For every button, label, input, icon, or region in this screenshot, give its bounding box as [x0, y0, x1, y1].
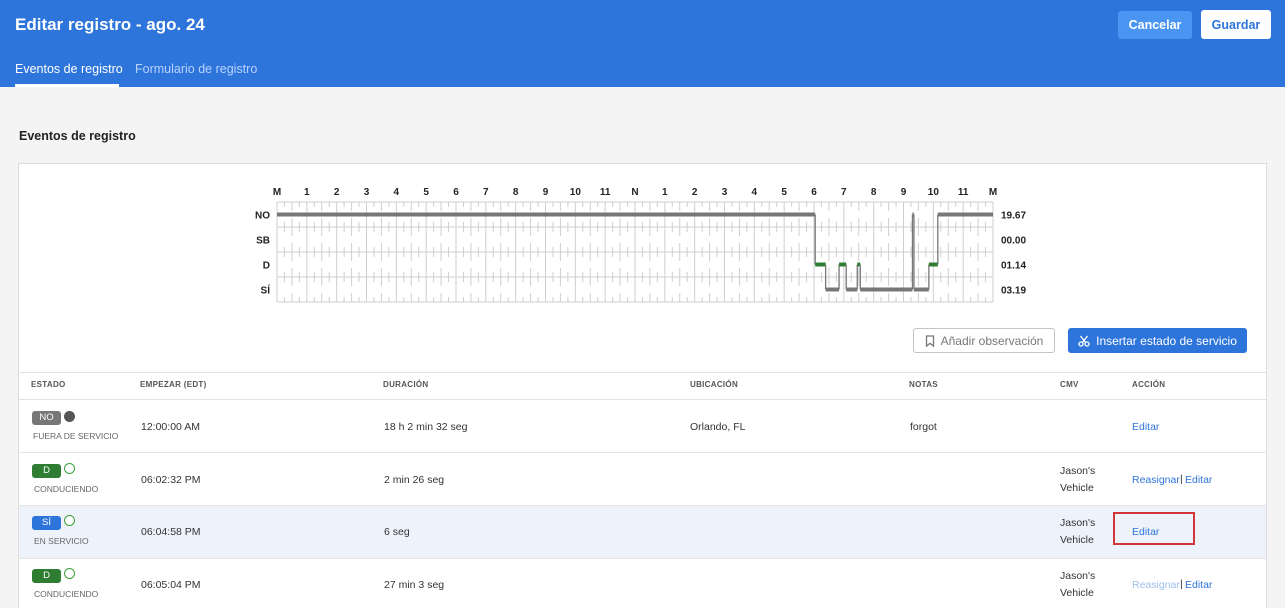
sync-icon — [64, 463, 75, 474]
hour-label: 3 — [722, 187, 728, 198]
hour-label: 11 — [600, 187, 611, 198]
duration: 27 min 3 seg — [384, 579, 445, 591]
location: Orlando, FL — [690, 421, 746, 433]
cmv-line-2: Vehicle — [1060, 482, 1094, 494]
reassign-link[interactable]: Reasignar — [1132, 474, 1180, 486]
hour-label: 3 — [364, 187, 370, 198]
hour-label: 10 — [570, 187, 582, 198]
column-header-cmv: CMV — [1060, 380, 1079, 389]
cmv-line-1: Jason's — [1060, 570, 1096, 582]
status-badge: NO — [32, 411, 61, 425]
insert-duty-status-button[interactable]: Insertar estado de servicio — [1068, 328, 1247, 353]
column-header-location: UBICACIÓN — [690, 380, 739, 389]
hour-label: 11 — [958, 187, 969, 198]
hour-label: 1 — [304, 187, 310, 198]
status-badge: D — [32, 464, 61, 478]
edit-link[interactable]: Editar — [1185, 579, 1212, 591]
column-header-action: ACCIÓN — [1132, 380, 1166, 389]
add-observation-label: Añadir observación — [940, 333, 1044, 348]
start-time: 12:00:00 AM — [141, 421, 200, 433]
hour-label: 2 — [692, 187, 698, 198]
table-row-selected — [19, 506, 1266, 559]
hour-label: 6 — [453, 187, 459, 198]
hour-label: 10 — [928, 187, 940, 198]
hour-label: 2 — [334, 187, 340, 198]
duration: 18 h 2 min 32 seg — [384, 421, 468, 433]
row-label: D — [263, 261, 270, 272]
notes: forgot — [910, 421, 937, 433]
hour-label: 9 — [901, 187, 907, 198]
row-total: 00.00 — [1001, 236, 1026, 247]
duration: 2 min 26 seg — [384, 474, 445, 486]
edit-link[interactable]: Editar — [1132, 421, 1159, 433]
start-time: 06:02:32 PM — [141, 474, 201, 486]
table-row — [19, 453, 1266, 506]
reassign-link[interactable]: Reasignar — [1132, 579, 1180, 591]
column-header-status: ESTADO — [31, 380, 66, 389]
insert-duty-status-label: Insertar estado de servicio — [1096, 333, 1237, 348]
hour-label: 7 — [483, 187, 489, 198]
status-label: FUERA DE SERVICIO — [33, 431, 119, 441]
row-label: SÍ — [261, 284, 271, 297]
sync-icon — [64, 515, 75, 526]
row-label: NO — [255, 211, 270, 222]
column-header-duration: DURACIÓN — [383, 380, 429, 389]
row-total: 19.67 — [1001, 211, 1026, 222]
link-separator: | — [1180, 473, 1183, 485]
hour-label: 6 — [811, 187, 817, 198]
row-total: 01.14 — [1001, 261, 1026, 272]
row-label: SB — [256, 236, 270, 247]
cmv-line-2: Vehicle — [1060, 587, 1094, 599]
cmv-line-2: Vehicle — [1060, 534, 1094, 546]
status-badge: D — [32, 569, 61, 583]
hour-label: 5 — [423, 187, 429, 198]
status-badge: SÍ — [32, 516, 61, 530]
link-separator: | — [1180, 578, 1183, 590]
hour-label: 5 — [781, 187, 787, 198]
row-total: 03.19 — [1001, 286, 1026, 297]
hour-label: 4 — [752, 187, 758, 198]
highlight-box — [1113, 512, 1195, 545]
status-label: CONDUCIENDO — [34, 484, 99, 494]
edit-link[interactable]: Editar — [1185, 474, 1212, 486]
start-time: 06:05:04 PM — [141, 579, 201, 591]
user-icon — [64, 411, 75, 422]
column-header-start: EMPEZAR (EDT) — [140, 380, 207, 389]
hour-label: M — [989, 187, 997, 198]
cmv-line-1: Jason's — [1060, 517, 1096, 529]
hour-label: N — [631, 187, 638, 198]
table-row — [19, 400, 1266, 453]
status-label: EN SERVICIO — [34, 536, 89, 546]
scissors-icon — [1078, 335, 1090, 347]
hour-label: 9 — [543, 187, 549, 198]
add-observation-button[interactable]: Añadir observación — [913, 328, 1055, 353]
start-time: 06:04:58 PM — [141, 526, 201, 538]
duty-status-grid: M 1 2 3 4 5 6 7 8 9 10 11 N 1 2 3 4 5 6 7 8 9 10 11 M NO SB D SÍ 19… — [255, 187, 1026, 303]
duration: 6 seg — [384, 526, 410, 538]
hour-label: 8 — [871, 187, 877, 198]
hour-label: M — [273, 187, 281, 198]
hour-label: 4 — [394, 187, 400, 198]
sync-icon — [64, 568, 75, 579]
bookmark-icon — [925, 334, 934, 347]
status-label: CONDUCIENDO — [34, 589, 99, 599]
hour-label: 7 — [841, 187, 847, 198]
hour-label: 8 — [513, 187, 519, 198]
cmv-line-1: Jason's — [1060, 465, 1096, 477]
column-header-notes: NOTAS — [909, 380, 938, 389]
hour-label: 1 — [662, 187, 668, 198]
table-row — [19, 559, 1266, 608]
